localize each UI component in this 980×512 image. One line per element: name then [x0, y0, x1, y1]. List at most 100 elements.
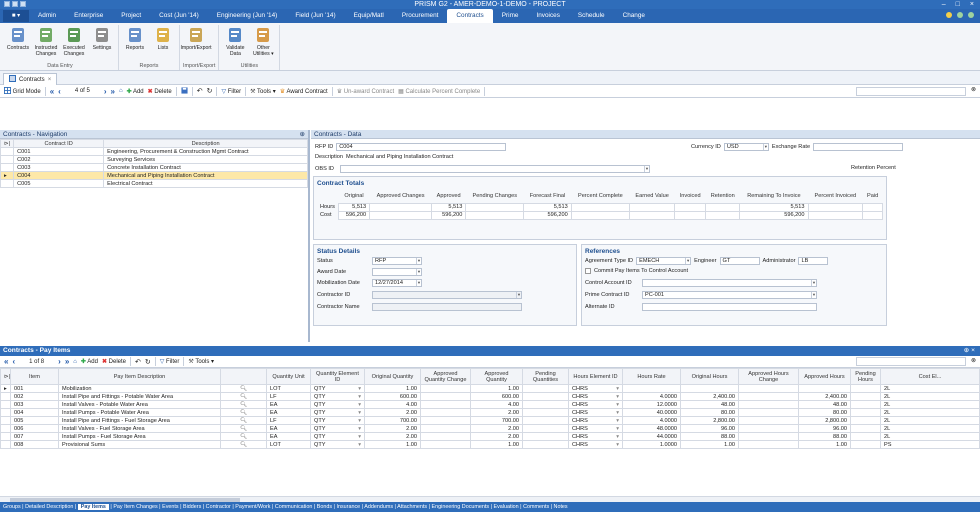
pay-item-cell-hr[interactable]: 44.0000: [622, 432, 681, 441]
maximize-button[interactable]: □: [956, 0, 960, 9]
pay-item-cell-qel[interactable]: QTY ▾: [310, 384, 365, 393]
pay-item-cell-cel[interactable]: 2L: [880, 408, 980, 417]
ribbon-button[interactable]: Import/Export: [180, 25, 212, 62]
lightbulb-icon[interactable]: [946, 12, 952, 18]
home-icon[interactable]: ⌂: [119, 88, 123, 94]
clear-search-icon[interactable]: ⊗: [971, 86, 976, 93]
pay-item-cell-cel[interactable]: 2L: [880, 424, 980, 433]
pay-item-cell-qel[interactable]: QTY ▾: [310, 432, 365, 441]
pay-item-cell-desc[interactable]: Install Pumps - Fuel Storage Area: [58, 432, 221, 441]
ribbon-button[interactable]: Lists: [150, 25, 176, 62]
pay-item-cell-pq[interactable]: [522, 400, 569, 409]
pay-item-cell-ah[interactable]: 2,800.00: [798, 416, 851, 425]
engineer-input[interactable]: GT: [719, 257, 760, 265]
pay-item-cell-ah[interactable]: 80.00: [798, 408, 851, 417]
pay-item-cell-desc[interactable]: Install Pumps - Potable Water Area: [58, 408, 221, 417]
pay-item-cell-hr[interactable]: [622, 384, 681, 393]
pay-items-column-header[interactable]: Original Quantity: [364, 368, 421, 385]
menu-tab[interactable]: Engineering (Jun '14): [208, 9, 287, 23]
commit-checkbox[interactable]: [585, 268, 591, 274]
pay-item-cell-cel[interactable]: 2L: [880, 384, 980, 393]
pay-items-column-header[interactable]: Quantity Unit: [266, 368, 311, 385]
pay-item-cell-hr[interactable]: 4.0000: [622, 416, 681, 425]
menu-tab[interactable]: Procurement: [393, 9, 448, 23]
mobilization-date-input[interactable]: 12/27/2014 ▼: [372, 279, 422, 287]
award-contract-button[interactable]: ♛ Award Contract: [280, 88, 328, 95]
pay-items-column-header[interactable]: Approved Quantity Change: [420, 368, 471, 385]
pay-item-cell-unit[interactable]: EA: [266, 424, 311, 433]
obs-select[interactable]: ▼: [340, 165, 650, 173]
pay-item-cell-oq[interactable]: 600.00: [364, 392, 421, 401]
last-record-icon[interactable]: »: [65, 357, 69, 366]
pay-item-cell-ahc[interactable]: [738, 400, 799, 409]
pay-item-cell-unit[interactable]: EA: [266, 400, 311, 409]
close-button[interactable]: ×: [970, 0, 974, 9]
pay-item-cell-ahc[interactable]: [738, 408, 799, 417]
navigation-row[interactable]: C001 Engineering, Procurement & Construct…: [0, 147, 308, 156]
pay-item-cell-aq[interactable]: 1.00: [470, 384, 523, 393]
menu-tab[interactable]: Cost (Jun '14): [150, 9, 208, 23]
delete-button[interactable]: ✖ Delete: [148, 88, 172, 95]
pay-item-cell-cel[interactable]: 2L: [880, 432, 980, 441]
pay-item-cell-hel[interactable]: CHRS ▾: [568, 408, 623, 417]
ribbon-button[interactable]: Settings: [89, 25, 115, 62]
pay-item-cell-ahc[interactable]: [738, 424, 799, 433]
undo-button[interactable]: ↶: [197, 87, 203, 95]
ribbon-button[interactable]: Executed Changes: [61, 25, 87, 62]
pay-item-cell-aqc[interactable]: [420, 416, 471, 425]
detail-tab[interactable]: Contractor: [206, 504, 231, 510]
pay-item-cell-oh[interactable]: 48.00: [680, 400, 739, 409]
detail-tab[interactable]: Payment/Work: [235, 504, 270, 510]
navigation-row[interactable]: C002 Surveying Services: [0, 155, 308, 164]
filter-button[interactable]: ▽ Filter: [160, 358, 180, 365]
pay-item-cell-ph[interactable]: [850, 416, 881, 425]
clear-search-icon[interactable]: ⊗: [971, 357, 976, 364]
close-tab-icon[interactable]: ×: [48, 77, 52, 83]
pay-item-cell-aq[interactable]: 700.00: [470, 416, 523, 425]
pay-item-cell-qel[interactable]: QTY ▾: [310, 400, 365, 409]
pay-item-cell-oq[interactable]: 2.00: [364, 408, 421, 417]
refresh-button[interactable]: ↻: [145, 358, 151, 366]
contractor-name-input[interactable]: [372, 303, 522, 311]
control-account-select[interactable]: ▼: [642, 279, 817, 287]
pay-item-cell-oq[interactable]: 1.00: [364, 440, 421, 449]
pay-item-cell-unit[interactable]: LOT: [266, 440, 311, 449]
pay-item-cell-hel[interactable]: CHRS ▾: [568, 424, 623, 433]
menu-tab[interactable]: Project: [112, 9, 150, 23]
pay-item-cell-qel[interactable]: QTY ▾: [310, 392, 365, 401]
prime-contract-select[interactable]: PC-001 ▼: [642, 291, 817, 299]
pay-item-cell-aqc[interactable]: [420, 408, 471, 417]
contract-id-cell[interactable]: C001: [13, 147, 105, 156]
pay-item-cell-hel[interactable]: CHRS ▾: [568, 440, 623, 449]
pay-item-cell-cel[interactable]: 2L: [880, 416, 980, 425]
previous-record-icon[interactable]: ‹: [58, 87, 61, 96]
pay-item-cell-hel[interactable]: CHRS ▾: [568, 384, 623, 393]
pay-item-cell-ah[interactable]: 88.00: [798, 432, 851, 441]
pay-item-cell-aqc[interactable]: [420, 384, 471, 393]
menu-tab[interactable]: Schedule: [569, 9, 614, 23]
pay-item-cell-desc[interactable]: Mobilization: [58, 384, 221, 393]
lookup-icon[interactable]: 🔍︎: [220, 392, 267, 401]
pay-item-row[interactable]: 004 Install Pumps - Potable Water Area 🔍︎ E…: [0, 408, 980, 417]
pay-item-cell-pq[interactable]: [522, 384, 569, 393]
search-input[interactable]: [856, 87, 966, 96]
ribbon-button[interactable]: Other Utilities ▾: [250, 25, 276, 62]
pay-items-column-header[interactable]: Original Hours: [680, 368, 739, 385]
lookup-icon[interactable]: 🔍︎: [220, 432, 267, 441]
pay-item-cell-aqc[interactable]: [420, 432, 471, 441]
contract-description-cell[interactable]: Electrical Contract: [103, 179, 308, 188]
pay-items-column-header[interactable]: Hours Element ID: [568, 368, 623, 385]
pay-item-cell-qel[interactable]: QTY ▾: [310, 440, 365, 449]
pay-item-cell-cel[interactable]: 2L: [880, 392, 980, 401]
pay-item-row[interactable]: 003 Install Valves - Potable Water Area 🔍︎…: [0, 400, 980, 409]
pay-item-cell-aq[interactable]: 2.00: [470, 408, 523, 417]
pay-item-cell-unit[interactable]: LF: [266, 416, 311, 425]
menu-tab[interactable]: Change: [614, 9, 654, 23]
ribbon-button[interactable]: Contracts: [5, 25, 31, 62]
pay-item-cell-ahc[interactable]: [738, 384, 799, 393]
contract-description-cell[interactable]: Engineering, Procurement & Construction …: [103, 147, 308, 156]
grid-mode-button[interactable]: Grid Mode: [4, 87, 41, 95]
menu-tab[interactable]: Admin: [29, 9, 65, 23]
pay-item-cell-hr[interactable]: 4.0000: [622, 392, 681, 401]
pay-item-cell-item[interactable]: 003: [10, 400, 59, 409]
